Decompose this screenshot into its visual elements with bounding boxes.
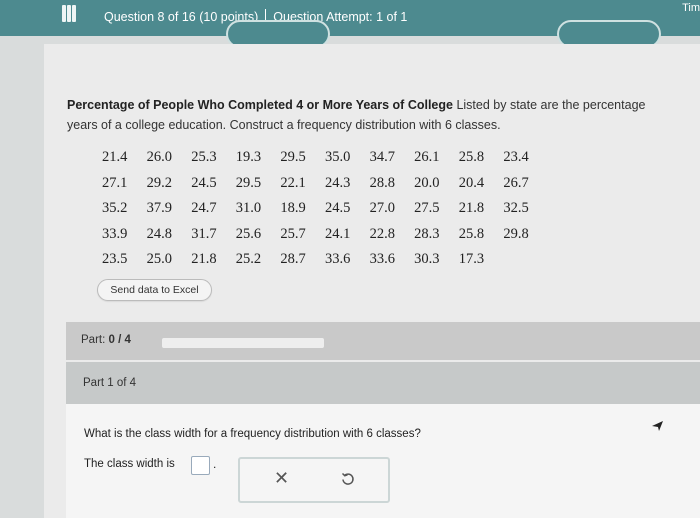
data-cell: 24.8 — [146, 225, 172, 242]
part-header: Part 1 of 4 — [66, 362, 700, 404]
data-cell: 24.7 — [191, 200, 217, 216]
question-box: What is the class width for a frequency … — [66, 404, 700, 518]
data-cell: 33.6 — [369, 251, 395, 267]
data-cell: 27.5 — [414, 200, 440, 216]
problem-text-2: years of a college education. Construct … — [67, 118, 501, 132]
data-cell: 22.1 — [280, 174, 306, 191]
data-row: 27.1 29.2 24.5 29.5 22.1 24.3 28.8 20.0 20.4 26.7 — [102, 175, 548, 201]
data-cell: 29.2 — [146, 174, 172, 191]
cursor-icon — [652, 421, 663, 431]
data-cell: 25.6 — [235, 225, 262, 242]
menu-icon[interactable] — [62, 5, 76, 25]
data-cell: 19.3 — [235, 149, 262, 165]
data-cell: 23.5 — [102, 251, 128, 267]
question-text: What is the class width for a frequency … — [84, 428, 421, 440]
data-cell: 26.1 — [414, 149, 440, 165]
part-label: Part: 0 / 4 — [81, 334, 131, 346]
close-icon[interactable]: ✕ — [274, 468, 289, 489]
data-row: 21.4 26.0 25.3 19.3 29.5 35.0 34.7 26.1 25.8 23.4 — [102, 149, 548, 175]
data-cell: 29.5 — [280, 149, 306, 165]
data-cell: 24.5 — [324, 200, 351, 216]
data-cell: 27.1 — [102, 174, 128, 191]
answer-suffix: . — [213, 457, 217, 471]
send-to-excel-button[interactable]: Send data to Excel — [97, 279, 212, 301]
data-cell: 25.0 — [146, 251, 172, 267]
problem-title: Percentage of People Who Completed 4 or … — [67, 98, 453, 112]
data-cell: 33.6 — [324, 251, 351, 267]
data-cell: 28.7 — [280, 251, 306, 267]
data-cell: 25.7 — [280, 225, 306, 242]
data-cell: 22.8 — [369, 225, 395, 242]
data-row: 33.9 24.8 31.7 25.6 25.7 24.1 22.8 28.3 25.8 29.8 — [102, 226, 548, 252]
data-cell: 25.8 — [458, 225, 485, 242]
data-cell: 25.2 — [235, 251, 262, 267]
part-progress-bar: Part: 0 / 4 — [66, 322, 700, 360]
problem-text-1: Listed by state are the percentage — [456, 98, 646, 112]
data-cell: 25.8 — [458, 149, 485, 165]
data-row: 35.2 37.9 24.7 31.0 18.9 24.5 27.0 27.5 21.8 32.5 — [102, 200, 548, 226]
answer-actions: ✕ — [238, 457, 390, 503]
data-cell: 33.9 — [102, 225, 128, 242]
data-cell: 27.0 — [369, 200, 395, 216]
data-cell: 28.3 — [414, 225, 440, 242]
data-cell: 17.3 — [458, 251, 485, 267]
part-prefix: Part: — [81, 334, 106, 346]
data-row: 23.5 25.0 21.8 25.2 28.7 33.6 33.6 30.3 17.3 — [102, 251, 548, 277]
data-cell: 24.3 — [324, 174, 351, 191]
data-cell: 29.8 — [503, 225, 529, 242]
data-cell: 31.7 — [191, 225, 217, 242]
data-cell: 30.3 — [414, 251, 440, 267]
data-cell: 21.8 — [458, 200, 485, 216]
data-cell: 26.0 — [146, 149, 172, 165]
data-cell: 24.1 — [324, 225, 351, 242]
data-cell: 21.8 — [191, 251, 217, 267]
data-cell: 23.4 — [503, 149, 529, 165]
problem-statement: Percentage of People Who Completed 4 or … — [67, 95, 700, 135]
part-value: 0 / 4 — [108, 334, 131, 346]
data-cell: 18.9 — [280, 200, 306, 216]
data-cell: 29.5 — [235, 174, 262, 191]
data-cell: 35.0 — [324, 149, 351, 165]
answer-label: The class width is — [84, 458, 175, 470]
progress-track — [162, 338, 324, 348]
data-cell: 31.0 — [235, 200, 262, 216]
data-table: 21.4 26.0 25.3 19.3 29.5 35.0 34.7 26.1 25.8 23.4… — [102, 149, 548, 277]
data-cell: 25.3 — [191, 149, 217, 165]
class-width-input[interactable] — [191, 456, 210, 475]
data-cell: 28.8 — [369, 174, 395, 191]
data-cell: 24.5 — [191, 174, 217, 191]
data-cell: 34.7 — [369, 149, 395, 165]
data-cell: 20.4 — [458, 174, 485, 191]
data-cell: 21.4 — [102, 149, 128, 165]
data-cell: 32.5 — [503, 200, 529, 216]
data-cell: 35.2 — [102, 200, 128, 216]
data-cell: 37.9 — [146, 200, 172, 216]
timer-label: Tim — [682, 2, 700, 14]
part-sub-label: Part 1 of 4 — [83, 377, 137, 389]
data-cell: 20.0 — [414, 174, 440, 191]
undo-icon[interactable] — [340, 471, 356, 487]
data-cell: 26.7 — [503, 174, 529, 191]
